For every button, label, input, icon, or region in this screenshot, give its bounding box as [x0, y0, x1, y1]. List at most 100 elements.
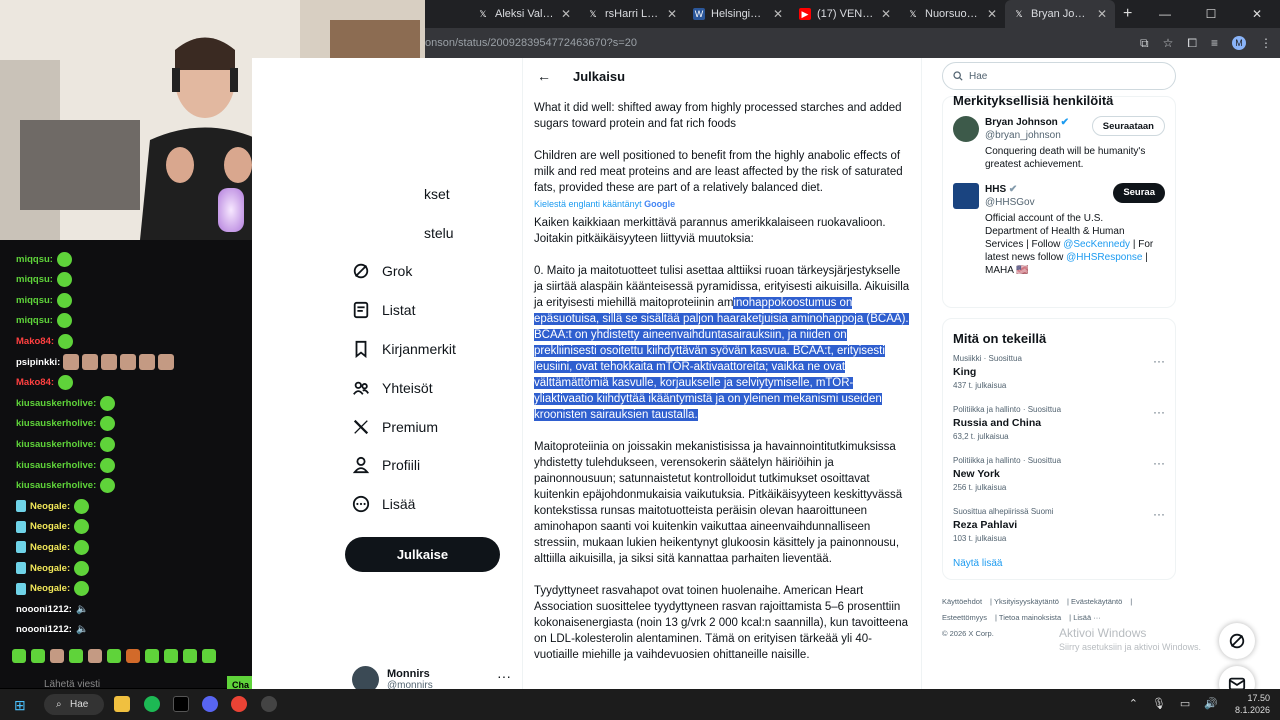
chat-username[interactable]: Mako84: [16, 377, 54, 388]
tab-3[interactable]: ▶ (17) VENEZUELA ✕ [791, 0, 899, 28]
chat-username[interactable]: noooni1212: [16, 604, 72, 615]
minimize-icon[interactable]: — [1142, 0, 1188, 28]
emote-icon[interactable] [126, 649, 140, 663]
back-arrow-icon[interactable]: ← [537, 68, 551, 84]
emote-icon[interactable] [145, 649, 159, 663]
emote-icon[interactable] [88, 649, 102, 663]
more-icon[interactable]: ··· [1153, 456, 1165, 470]
x-app-icon[interactable] [173, 696, 189, 712]
close-window-icon[interactable]: ✕ [1234, 0, 1280, 28]
more-icon[interactable]: ··· [1153, 405, 1165, 419]
chat-username[interactable]: miqqsu: [16, 274, 53, 285]
trend-item[interactable]: Politiikka ja hallinto · Suosittua Russi… [953, 405, 1165, 441]
more-icon[interactable]: ··· [1153, 507, 1165, 521]
grok-fab[interactable] [1219, 623, 1255, 659]
chat-username[interactable]: Neogale: [30, 501, 70, 512]
footer-link[interactable]: Tietoa mainoksista [999, 613, 1061, 622]
person-hhs[interactable]: HHS ✔ @HHSGov Official account of the U.… [953, 183, 1165, 277]
search-input[interactable]: Hae [942, 62, 1176, 90]
url-text[interactable]: onson/status/2009283954772463670?s=20 [425, 37, 637, 49]
chevron-up-icon[interactable]: ⌃ [1129, 697, 1138, 710]
emote-icon[interactable] [69, 649, 83, 663]
trend-item[interactable]: Musiikki · Suosittua King 437 t. julkais… [953, 354, 1165, 390]
more-icon[interactable]: ··· [497, 668, 511, 684]
discord-icon[interactable] [202, 696, 218, 712]
tab-5-active[interactable]: 𝕏 Bryan Johnson X ✕ [1005, 0, 1115, 28]
chat-username[interactable]: miqqsu: [16, 254, 53, 265]
volume-icon[interactable]: 🔊 [1204, 697, 1218, 710]
bio-link[interactable]: @HHSResponse [1066, 252, 1142, 263]
close-icon[interactable]: ✕ [987, 7, 997, 21]
close-icon[interactable]: ✕ [773, 7, 783, 21]
translation-note[interactable]: Kielestä englanti kääntänyt Google [534, 196, 910, 212]
chat-username[interactable]: kiusauskerholive: [16, 439, 96, 450]
star-icon[interactable]: ☆ [1163, 36, 1174, 50]
tab-0[interactable]: 𝕏 Aleksi Valavuori ✕ [469, 0, 579, 28]
bio-link[interactable]: @SecKennedy [1063, 239, 1130, 250]
network-icon[interactable]: ▭ [1180, 697, 1190, 710]
close-icon[interactable]: ✕ [561, 7, 571, 21]
more-icon[interactable]: ··· [1153, 354, 1165, 368]
emote-icon[interactable] [183, 649, 197, 663]
chat-username[interactable]: Neogale: [30, 583, 70, 594]
emote-icon[interactable] [202, 649, 216, 663]
profile-avatar[interactable]: M [1232, 36, 1246, 50]
nav-grok[interactable]: Grok [352, 252, 522, 291]
close-icon[interactable]: ✕ [1097, 7, 1107, 21]
chat-username[interactable]: Neogale: [30, 542, 70, 553]
chat-username[interactable]: psipinkki: [16, 357, 60, 368]
chat-username[interactable]: kiusauskerholive: [16, 418, 96, 429]
nav-communities[interactable]: Yhteisöt [352, 368, 522, 407]
chat-username[interactable]: kiusauskerholive: [16, 460, 96, 471]
chat-username[interactable]: Mako84: [16, 336, 54, 347]
footer-link[interactable]: Käyttöehdot [942, 597, 982, 606]
emote-icon[interactable] [50, 649, 64, 663]
taskbar-search[interactable]: ⌕ Hae [44, 694, 104, 715]
address-bar[interactable]: onson/status/2009283954772463670?s=20 ⧉ … [425, 28, 1280, 58]
chrome-icon[interactable] [231, 696, 247, 712]
spotify-icon[interactable] [144, 696, 160, 712]
chat-username[interactable]: Neogale: [30, 521, 70, 532]
nav-profile[interactable]: Profiili [352, 446, 522, 485]
nav-partial-label[interactable]: stelu [424, 225, 454, 241]
following-button[interactable]: Seuraataan [1091, 116, 1165, 136]
microphone-icon[interactable]: 🎙 [1152, 697, 1166, 710]
trend-item[interactable]: Politiikka ja hallinto · Suosittua New Y… [953, 456, 1165, 492]
show-more-link[interactable]: Näytä lisää [953, 558, 1165, 579]
menu-icon[interactable]: ⋮ [1260, 36, 1272, 50]
nav-lists[interactable]: Listat [352, 291, 522, 330]
tab-4[interactable]: 𝕏 Nuorsuomalaine ✕ [899, 0, 1005, 28]
emote-icon[interactable] [164, 649, 178, 663]
file-explorer-icon[interactable] [114, 696, 130, 712]
footer-link[interactable]: Yksityisyyskäytäntö [994, 597, 1059, 606]
tab-2[interactable]: W Helsingin uusi k ✕ [685, 0, 791, 28]
media-icon[interactable]: ≡ [1211, 36, 1218, 50]
chat-username[interactable]: miqqsu: [16, 315, 53, 326]
emote-icon[interactable] [12, 649, 26, 663]
messages-fab[interactable] [1219, 666, 1255, 689]
tab-1[interactable]: 𝕏rsHarri Lehtimäki ✕ [579, 0, 685, 28]
footer-link[interactable]: Esteettömyys [942, 613, 987, 622]
close-icon[interactable]: ✕ [667, 7, 677, 21]
nav-bookmarks[interactable]: Kirjanmerkit [352, 330, 522, 369]
new-tab-icon[interactable]: + [1123, 5, 1132, 23]
chat-username[interactable]: miqqsu: [16, 295, 53, 306]
nav-partial-label[interactable]: kset [424, 186, 450, 202]
trend-item[interactable]: Suosittua alhepiirissä Suomi Reza Pahlav… [953, 507, 1165, 543]
nav-premium[interactable]: Premium [352, 407, 522, 446]
maximize-icon[interactable]: ☐ [1188, 0, 1234, 28]
emote-icon[interactable] [107, 649, 121, 663]
nav-more[interactable]: Lisää [352, 485, 522, 524]
chat-username[interactable]: noooni1212: [16, 624, 72, 635]
post-button[interactable]: Julkaise [345, 537, 500, 572]
account-switcher[interactable]: Monnirs @monnirs ··· [352, 666, 511, 689]
windows-start-icon[interactable]: ⊞ [14, 697, 26, 714]
footer-link[interactable]: Evästekäytäntö [1071, 597, 1122, 606]
chat-username[interactable]: kiusauskerholive: [16, 480, 96, 491]
clock[interactable]: 17.50 8.1.2026 [1235, 692, 1270, 716]
person-bryan-johnson[interactable]: Bryan Johnson ✔ @bryan_johnson Conquerin… [953, 116, 1165, 171]
chat-username[interactable]: Neogale: [30, 563, 70, 574]
follow-button[interactable]: Seuraa [1113, 183, 1165, 203]
emote-icon[interactable] [31, 649, 45, 663]
chat-username[interactable]: kiusauskerholive: [16, 398, 96, 409]
